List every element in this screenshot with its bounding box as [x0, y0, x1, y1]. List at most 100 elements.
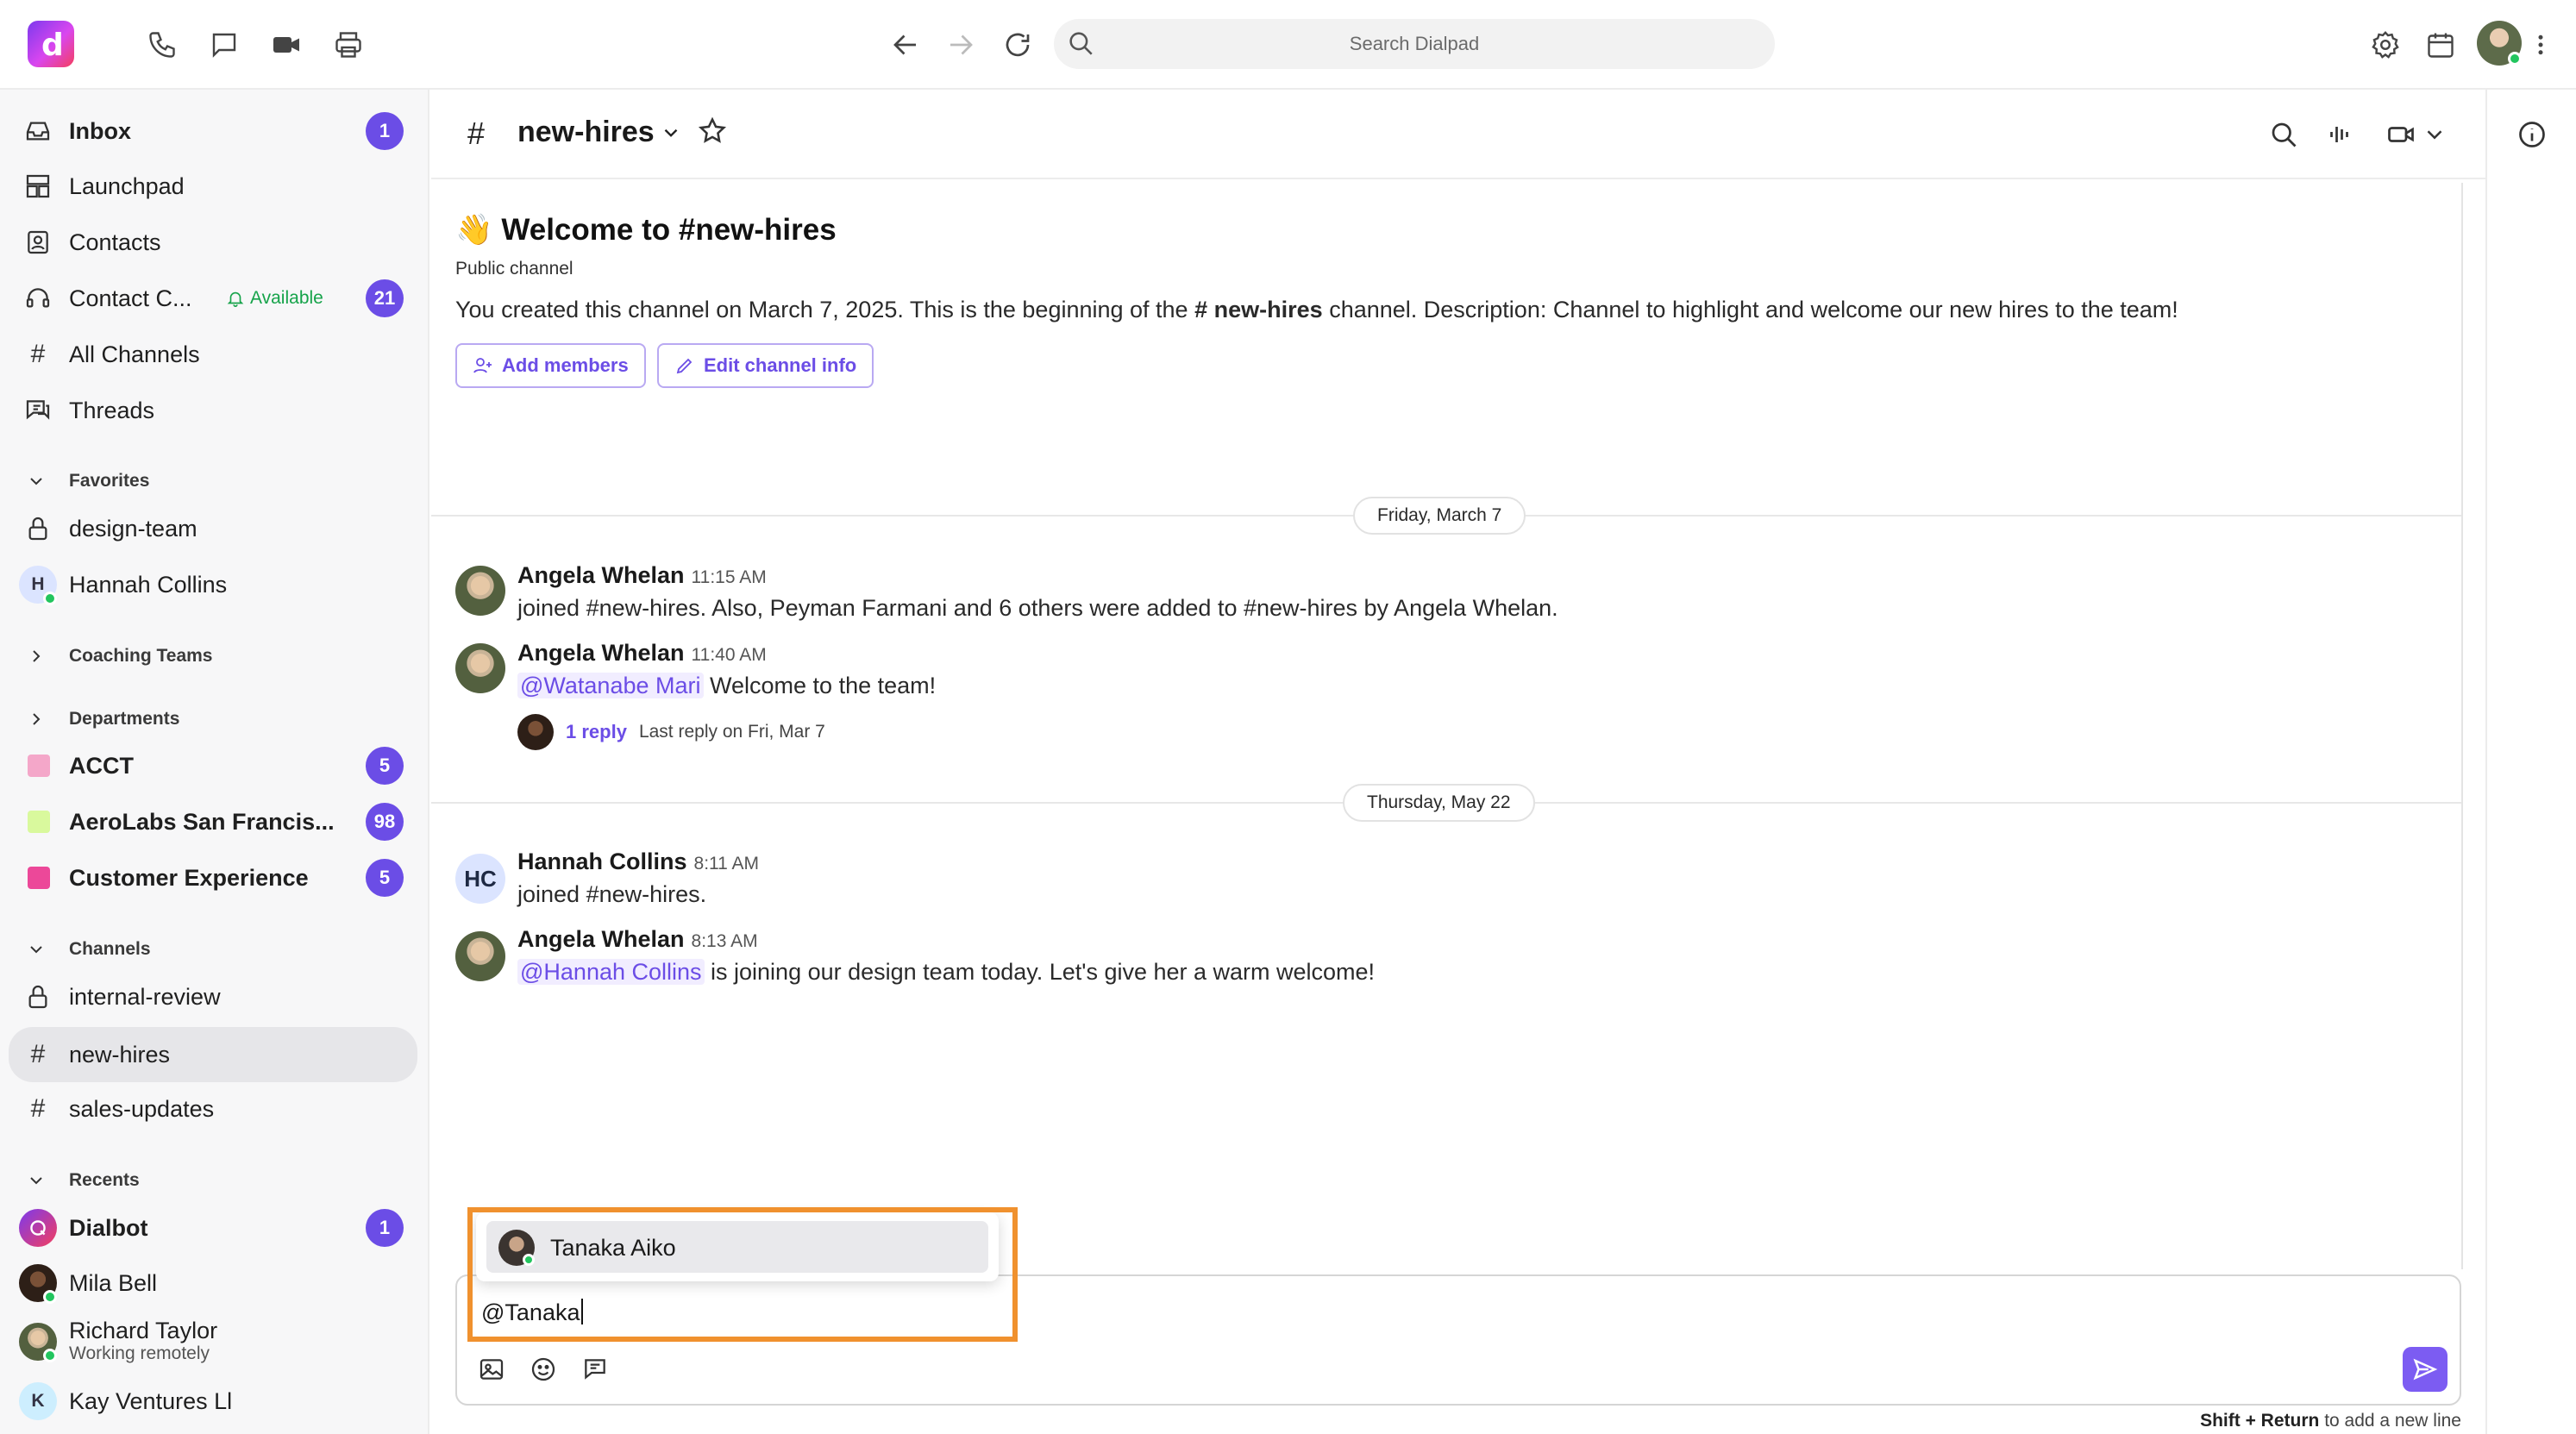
sidebar-item-label: Contacts	[69, 229, 161, 255]
sidebar-item-acct[interactable]: ACCT 5	[0, 742, 429, 790]
video-call-menu[interactable]	[2385, 119, 2448, 150]
search-icon[interactable]	[2268, 119, 2299, 154]
section-departments[interactable]: Departments	[0, 702, 429, 736]
pencil-icon	[676, 358, 693, 374]
sidebar-item-threads[interactable]: Threads	[0, 386, 429, 435]
section-channels[interactable]: Channels	[0, 932, 429, 967]
avatar[interactable]: HC	[455, 854, 505, 904]
forward-arrow-icon[interactable]	[942, 26, 980, 64]
lock-icon	[22, 981, 53, 1012]
video-icon[interactable]	[267, 26, 305, 64]
department-color-swatch	[28, 811, 50, 833]
voice-waveform-icon[interactable]	[2325, 119, 2356, 154]
mention-chip[interactable]: @Hannah Collins	[517, 959, 705, 985]
sidebar-item-dialbot[interactable]: Dialbot 1	[0, 1204, 429, 1252]
image-upload-icon[interactable]	[476, 1354, 507, 1385]
sidebar-item-label: Richard Taylor	[69, 1318, 218, 1343]
sidebar-item-label: new-hires	[69, 1041, 171, 1068]
phone-icon[interactable]	[143, 26, 181, 64]
message-author[interactable]: Hannah Collins 8:11 AM	[517, 849, 759, 875]
unread-badge: 5	[366, 747, 404, 785]
unread-badge: 98	[366, 803, 404, 841]
reply-count-link[interactable]: 1 reply	[566, 721, 627, 743]
sidebar-item-kay-ventures[interactable]: K Kay Ventures Ll	[0, 1377, 429, 1425]
thread-reply-summary[interactable]: 1 reply Last reply on Fri, Mar 7	[517, 714, 825, 750]
message-composer[interactable]: @Tanaka	[455, 1274, 2461, 1406]
channel-name-dropdown[interactable]: new-hires	[517, 116, 682, 149]
sidebar-item-contacts[interactable]: Contacts	[0, 218, 429, 266]
sidebar-item-label: Mila Bell	[69, 1269, 158, 1296]
scrollbar[interactable]	[2461, 183, 2463, 1269]
sidebar-item-label: Dialbot	[69, 1214, 148, 1241]
sidebar-item-hannah-collins[interactable]: H Hannah Collins	[0, 560, 429, 609]
send-button[interactable]	[2403, 1347, 2448, 1392]
sidebar-item-label: Threads	[69, 397, 155, 423]
calendar-icon[interactable]	[2422, 26, 2460, 64]
availability-status[interactable]: Available	[226, 288, 323, 309]
sidebar-item-mila-bell[interactable]: Mila Bell	[0, 1259, 429, 1307]
sidebar-item-launchpad[interactable]: Launchpad	[0, 162, 429, 210]
sidebar-item-label: design-team	[69, 515, 197, 542]
hash-icon: #	[30, 340, 46, 368]
sidebar-item-aerolabs[interactable]: AeroLabs San Francis... 98	[0, 798, 429, 846]
inbox-icon	[22, 116, 53, 147]
hash-icon: #	[30, 1040, 46, 1068]
message-author[interactable]: Angela Whelan 11:15 AM	[517, 562, 767, 589]
sidebar-item-internal-review[interactable]: internal-review	[0, 973, 429, 1021]
presence-indicator	[523, 1254, 535, 1266]
message-author[interactable]: Angela Whelan 11:40 AM	[517, 640, 767, 667]
chevron-down-icon	[664, 128, 678, 137]
composer-input[interactable]: @Tanaka	[481, 1299, 584, 1326]
sidebar-item-label: ACCT	[69, 752, 134, 779]
section-recents[interactable]: Recents	[0, 1163, 429, 1198]
mention-option[interactable]: Tanaka Aiko	[486, 1221, 988, 1273]
presence-indicator	[43, 592, 57, 605]
avatar[interactable]	[455, 931, 505, 981]
info-icon[interactable]	[2516, 119, 2548, 154]
sidebar-item-design-team[interactable]: design-team	[0, 504, 429, 553]
message-icon[interactable]	[205, 26, 243, 64]
quick-reply-icon[interactable]	[580, 1354, 611, 1385]
emoji-icon[interactable]	[528, 1354, 559, 1385]
sidebar-item-sales-updates[interactable]: # sales-updates	[0, 1085, 429, 1133]
unread-badge: 5	[366, 859, 404, 897]
threads-icon	[22, 395, 53, 426]
message-author[interactable]: Angela Whelan 8:13 AM	[517, 926, 758, 953]
sidebar-item-richard-taylor[interactable]: Richard Taylor Working remotely	[0, 1314, 429, 1369]
sidebar-item-contact-center[interactable]: Contact C... Available 21	[0, 274, 429, 322]
channel-header: # new-hires	[431, 90, 2485, 179]
dialbot-icon	[19, 1209, 57, 1247]
sidebar-item-all-channels[interactable]: # All Channels	[0, 330, 429, 379]
settings-gear-icon[interactable]	[2366, 26, 2404, 64]
avatar[interactable]	[455, 566, 505, 616]
unread-badge: 1	[366, 1209, 404, 1247]
sidebar-item-inbox[interactable]: Inbox 1	[0, 107, 429, 155]
section-coaching-teams[interactable]: Coaching Teams	[0, 639, 429, 673]
mention-chip[interactable]: @Watanabe Mari	[517, 673, 704, 698]
reload-icon[interactable]	[999, 26, 1037, 64]
edit-channel-info-button[interactable]: Edit channel info	[657, 343, 874, 388]
presence-indicator	[43, 1290, 57, 1304]
unread-badge: 21	[366, 279, 404, 317]
contacts-icon	[22, 227, 53, 258]
more-vertical-icon[interactable]	[2530, 26, 2551, 64]
search-bar[interactable]: Search Dialpad	[1054, 19, 1775, 69]
channel-type: Public channel	[455, 259, 573, 279]
add-members-button[interactable]: Add members	[455, 343, 646, 388]
message-text: @Hannah Collins is joining our design te…	[517, 959, 1375, 986]
sidebar-item-label: All Channels	[69, 341, 200, 367]
sidebar-item-customer-experience[interactable]: Customer Experience 5	[0, 854, 429, 902]
back-arrow-icon[interactable]	[887, 26, 924, 64]
video-icon	[2388, 127, 2414, 142]
dialpad-logo[interactable]: d	[28, 21, 74, 67]
sidebar-item-new-hires[interactable]: # new-hires	[9, 1027, 417, 1082]
printer-icon[interactable]	[329, 26, 367, 64]
composer-hint: Shift + Return to add a new line	[2200, 1411, 2461, 1431]
chevron-down-icon	[30, 478, 42, 485]
message-text: joined #new-hires. Also, Peyman Farmani …	[517, 595, 1558, 621]
avatar[interactable]	[455, 643, 505, 693]
star-icon[interactable]	[697, 116, 728, 151]
user-avatar[interactable]	[2477, 21, 2522, 66]
chevron-down-icon	[2427, 130, 2442, 140]
section-favorites[interactable]: Favorites	[0, 464, 429, 498]
